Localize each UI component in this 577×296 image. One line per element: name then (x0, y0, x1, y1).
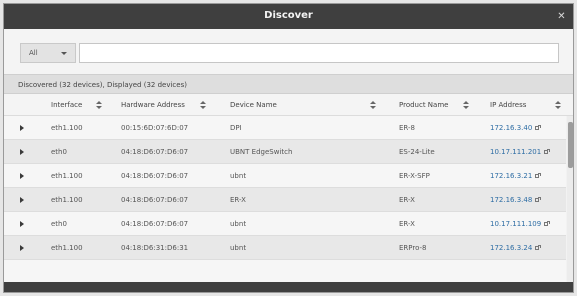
sort-icon[interactable] (555, 101, 561, 109)
cell-product-name: ER-X-SFP (399, 172, 430, 180)
discovery-summary: Discovered (32 devices), Displayed (32 d… (4, 74, 573, 94)
cell-product-name: ER-X (399, 220, 415, 228)
external-link-icon[interactable] (535, 173, 542, 179)
cell-hardware-address: 04:18:D6:07:D6:07 (121, 220, 189, 228)
cell-ip-address: 172.16.3.24 (490, 244, 533, 252)
cell-interface: eth0 (51, 148, 67, 156)
external-link-icon[interactable] (535, 245, 542, 251)
table-row[interactable]: eth1.100 04:18:D6:07:D6:07 ER-X ER-X 172… (4, 188, 566, 212)
table-row[interactable]: eth1.100 04:18:D6:31:D6:31 ubnt ERPro-8 … (4, 236, 566, 260)
expand-arrow-icon[interactable] (20, 245, 24, 251)
column-header-interface[interactable]: Interface (51, 101, 82, 109)
table-row[interactable]: eth0 04:18:D6:07:D6:07 ubnt ER-X 10.17.1… (4, 212, 566, 236)
cell-hardware-address: 04:18:D6:31:D6:31 (121, 244, 189, 252)
external-link-icon[interactable] (544, 221, 551, 227)
expand-arrow-icon[interactable] (20, 221, 24, 227)
summary-text: Discovered (32 devices), Displayed (32 d… (18, 81, 187, 89)
cell-product-name: ES-24-Lite (399, 148, 435, 156)
sort-icon[interactable] (463, 101, 469, 109)
scope-dropdown[interactable]: All (20, 43, 76, 63)
ip-address-link[interactable]: 10.17.111.109 (490, 220, 551, 228)
cell-interface: eth1.100 (51, 244, 83, 252)
cell-ip-address: 172.16.3.40 (490, 124, 533, 132)
sort-icon[interactable] (370, 101, 376, 109)
device-table-body: eth1.100 00:15:6D:07:6D:07 DPI ER-8 172.… (4, 116, 566, 282)
cell-interface: eth1.100 (51, 124, 83, 132)
dialog-title: Discover (264, 10, 313, 21)
chevron-down-icon (61, 52, 67, 55)
close-icon[interactable]: ✕ (556, 11, 567, 22)
cell-ip-address: 172.16.3.21 (490, 172, 533, 180)
cell-hardware-address: 04:18:D6:07:D6:07 (121, 196, 189, 204)
ip-address-link[interactable]: 172.16.3.21 (490, 172, 542, 180)
cell-device-name: ubnt (230, 172, 247, 180)
expand-arrow-icon[interactable] (20, 197, 24, 203)
cell-product-name: ER-X (399, 196, 415, 204)
external-link-icon[interactable] (544, 149, 551, 155)
table-row[interactable]: eth0 04:18:D6:07:D6:07 UBNT EdgeSwitch E… (4, 140, 566, 164)
column-header-device-name[interactable]: Device Name (230, 101, 277, 109)
external-link-icon[interactable] (535, 197, 542, 203)
column-header-hardware-address[interactable]: Hardware Address (121, 101, 185, 109)
cell-device-name: ubnt (230, 220, 247, 228)
table-row[interactable] (4, 260, 566, 282)
cell-product-name: ER-8 (399, 124, 415, 132)
table-header: Interface Hardware Address Device Name P… (4, 94, 573, 116)
cell-ip-address: 172.16.3.48 (490, 196, 533, 204)
column-header-ip-address[interactable]: IP Address (490, 101, 526, 109)
search-input[interactable] (79, 43, 559, 63)
cell-product-name: ERPro-8 (399, 244, 427, 252)
cell-interface: eth1.100 (51, 196, 83, 204)
cell-interface: eth1.100 (51, 172, 83, 180)
external-link-icon[interactable] (535, 125, 542, 131)
dialog-footer (4, 282, 573, 292)
table-row[interactable]: eth1.100 00:15:6D:07:6D:07 DPI ER-8 172.… (4, 116, 566, 140)
expand-arrow-icon[interactable] (20, 173, 24, 179)
cell-device-name: ER-X (230, 196, 246, 204)
table-row[interactable]: eth1.100 04:18:D6:07:D6:07 ubnt ER-X-SFP… (4, 164, 566, 188)
expand-arrow-icon[interactable] (20, 125, 24, 131)
scope-dropdown-value: All (29, 49, 38, 57)
column-header-product-name[interactable]: Product Name (399, 101, 448, 109)
filter-bar: All (4, 29, 573, 74)
ip-address-link[interactable]: 10.17.111.201 (490, 148, 551, 156)
ip-address-link[interactable]: 172.16.3.40 (490, 124, 542, 132)
cell-hardware-address: 00:15:6D:07:6D:07 (121, 124, 189, 132)
title-bar: Discover ✕ (4, 4, 573, 29)
cell-device-name: ubnt (230, 244, 247, 252)
cell-device-name: UBNT EdgeSwitch (230, 148, 293, 156)
sort-icon[interactable] (96, 101, 102, 109)
sort-icon[interactable] (200, 101, 206, 109)
cell-ip-address: 10.17.111.109 (490, 220, 542, 228)
cell-hardware-address: 04:18:D6:07:D6:07 (121, 172, 189, 180)
table-scrollbar[interactable] (567, 116, 573, 282)
discover-dialog: Discover ✕ All Discovered (32 devices), … (3, 3, 574, 293)
ip-address-link[interactable]: 172.16.3.24 (490, 244, 542, 252)
cell-interface: eth0 (51, 220, 67, 228)
cell-device-name: DPI (230, 124, 242, 132)
cell-ip-address: 10.17.111.201 (490, 148, 542, 156)
ip-address-link[interactable]: 172.16.3.48 (490, 196, 542, 204)
cell-hardware-address: 04:18:D6:07:D6:07 (121, 148, 189, 156)
scrollbar-thumb[interactable] (568, 122, 573, 168)
expand-arrow-icon[interactable] (20, 149, 24, 155)
